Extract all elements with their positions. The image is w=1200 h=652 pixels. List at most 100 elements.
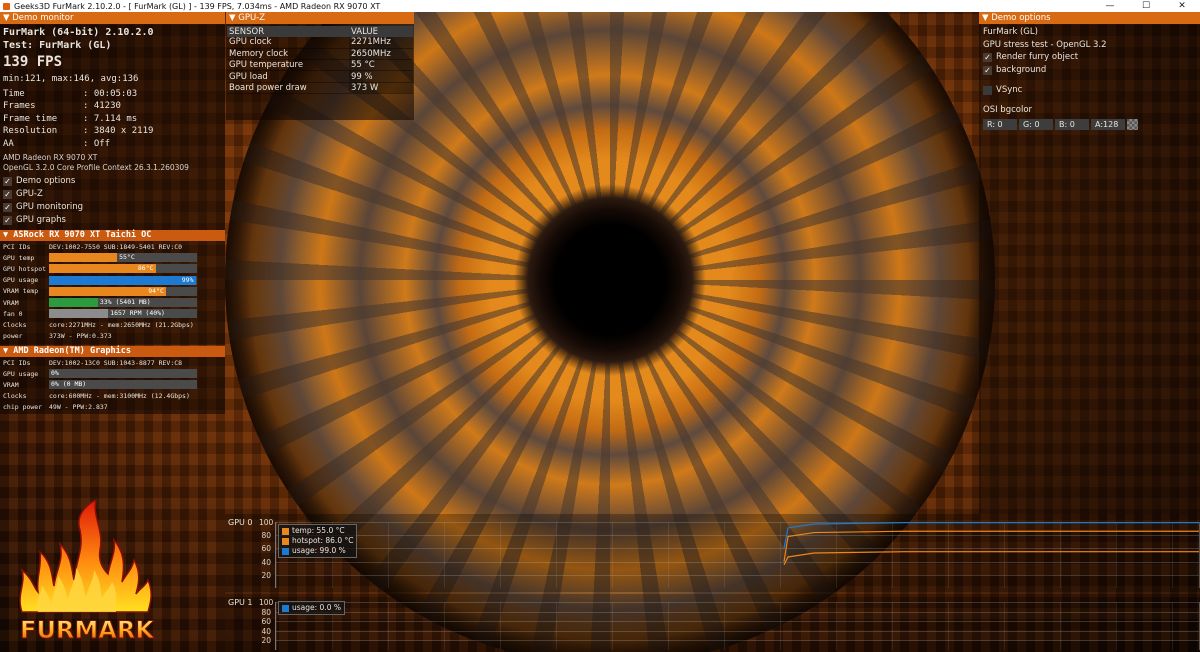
- green-channel-input[interactable]: G: 0: [1019, 118, 1053, 130]
- metric-label: GPU hotspot: [3, 264, 47, 273]
- maximize-button[interactable]: ☐: [1128, 0, 1164, 12]
- y-tick-label: 80: [261, 607, 271, 617]
- gpuz-table: SENSOR VALUE GPU clock 2271MHz Memory cloc…: [227, 26, 413, 94]
- color-swatch[interactable]: [1127, 118, 1138, 130]
- y-tick-label: 40: [261, 626, 271, 636]
- window-titlebar: Geeks3D FurMark 2.10.2.0 - [ FurMark (GL…: [0, 0, 1200, 12]
- y-tick-label: 20: [261, 570, 271, 580]
- unchecked-box-icon: [983, 86, 992, 95]
- y-tick-label: 60: [261, 617, 271, 627]
- grid-line: [948, 602, 949, 650]
- demo-monitor-header[interactable]: ▼ Demo monitor: [0, 12, 225, 24]
- metric-label: GPU temp: [3, 253, 35, 262]
- osi-bgcolor-label: OSI bgcolor: [983, 105, 1033, 115]
- checkmark-icon: ✓: [983, 66, 992, 75]
- demo-monitor-panel: ▼ Demo monitor FurMark (64-bit) 2.10.2.0…: [0, 12, 225, 232]
- checkbox-demo-options[interactable]: ✓ Demo options: [3, 175, 222, 188]
- gpuz-row: GPU clock 2271MHz: [227, 37, 413, 49]
- svg-text:FURMARK: FURMARK: [20, 616, 155, 644]
- grid-line: [500, 602, 501, 650]
- stat-label: Time: [3, 89, 25, 99]
- clocks-label: Clocks: [3, 320, 27, 329]
- legend-item: temp: 55.0 °C: [282, 526, 353, 536]
- legend-label: usage: 99.0 %: [292, 546, 346, 555]
- gpu-section-header[interactable]: ▼ ASRock RX 9070 XT Taichi OC: [0, 230, 225, 241]
- legend-label: usage: 0.0 %: [292, 603, 341, 612]
- metric-value: 0%: [51, 369, 59, 378]
- metric-bar-fill: [49, 275, 196, 285]
- window-title: Geeks3D FurMark 2.10.2.0 - [ FurMark (GL…: [14, 1, 381, 11]
- metric-bar: 99%: [49, 275, 197, 285]
- flame-logo-icon: FURMARK: [19, 498, 156, 645]
- demo-name: FurMark (GL): [983, 27, 1038, 37]
- gpuz-value: 373 W: [348, 82, 413, 94]
- stat-value: : 7.114 ms: [83, 113, 138, 124]
- checkbox-gpu-z[interactable]: ✓ GPU-Z: [3, 188, 222, 201]
- app-version: FurMark (64-bit) 2.10.2.0: [3, 27, 154, 38]
- y-tick-label: 100: [259, 598, 274, 607]
- blue-channel-input[interactable]: B: 0: [1055, 118, 1089, 130]
- metric-row: VRAM temp 94°C: [0, 286, 225, 297]
- checkmark-icon: ✓: [3, 216, 12, 226]
- metric-label: VRAM: [3, 380, 19, 389]
- demo-options-header[interactable]: ▼ Demo options: [979, 12, 1200, 24]
- pci-ids: DEV:1002-7550 SUB:1849-5401 REV:C0: [49, 242, 183, 251]
- render-furry-checkbox[interactable]: ✓ Render furry object: [983, 51, 1196, 64]
- gpu1-plot: [275, 602, 1200, 650]
- metric-bar-fill: [49, 309, 109, 319]
- fps-minmax: min:121, max:146, avg:136: [3, 74, 139, 84]
- gpuz-value: 2271MHz: [348, 37, 413, 49]
- pci-label: PCI IDs: [3, 358, 31, 367]
- metric-bar: 1657 RPM (40%): [49, 309, 197, 319]
- metric-bar: 0% (0 MB): [49, 380, 197, 390]
- legend-label: hotspot: 86.0 °C: [292, 536, 354, 545]
- grid-line: [836, 602, 837, 650]
- gpu0-graph-title: GPU 0: [228, 518, 253, 527]
- clocks-value: core:600MHz - mem:3100MHz (12.4Gbps): [49, 392, 190, 401]
- metric-row: GPU usage 99%: [0, 275, 225, 286]
- close-button[interactable]: ✕: [1164, 0, 1200, 12]
- checkbox-gpu-graphs[interactable]: ✓ GPU graphs: [3, 214, 222, 227]
- metric-bar: 94°C: [49, 286, 197, 296]
- gpuz-row: GPU load 99 %: [227, 70, 413, 83]
- metric-value: 99%: [181, 275, 194, 284]
- gpuz-header[interactable]: ▼ GPU-Z: [226, 12, 414, 24]
- legend-swatch: [282, 547, 289, 555]
- red-channel-input[interactable]: R: 0: [983, 118, 1017, 130]
- gpu-section-header[interactable]: ▼ AMD Radeon(TM) Graphics: [0, 346, 225, 357]
- stat-row: Frames: 41230: [3, 100, 222, 112]
- metric-label: VRAM temp: [3, 287, 39, 296]
- background-checkbox[interactable]: ✓ background: [983, 64, 1196, 77]
- legend-item: usage: 99.0 %: [282, 546, 353, 556]
- grid-line: [668, 602, 669, 650]
- legend-swatch: [282, 537, 289, 545]
- power-value: 49W - PPW:2.837: [49, 403, 108, 412]
- clocks-label: Clocks: [3, 392, 27, 401]
- stat-label: AA: [3, 138, 14, 149]
- app-icon: [3, 2, 10, 10]
- gpuz-panel: ▼ GPU-Z SENSOR VALUE GPU clock 2271MHz Mem…: [226, 12, 414, 120]
- gpu-monitor-integrated: ▼ AMD Radeon(TM) Graphics PCI IDs DEV:100…: [0, 346, 225, 414]
- checkbox-label: GPU-Z: [16, 189, 43, 200]
- metric-row: GPU temp 55°C: [0, 252, 225, 263]
- grid-line: [724, 602, 725, 650]
- metric-row: VRAM 0% (0 MB): [0, 379, 225, 390]
- gpuz-sensor: GPU load: [227, 70, 349, 83]
- checkmark-icon: ✓: [3, 177, 12, 187]
- grid-line: [780, 602, 781, 650]
- series-line-usage: [783, 522, 1199, 549]
- furmark-logo: FURMARK: [12, 498, 162, 648]
- metric-bar: 33% (5401 MB): [49, 298, 197, 308]
- gpu-graphs-area: GPU 0 100 80 60 40 20 temp: 55.0 °C hotspot: …: [225, 514, 1200, 652]
- metric-bar-fill: [49, 298, 98, 308]
- vsync-checkbox[interactable]: VSync: [983, 84, 1196, 97]
- power-value: 373W - PPW:0.373: [49, 332, 112, 341]
- metric-row: VRAM 33% (5401 MB): [0, 297, 225, 308]
- checkbox-gpu-monitoring[interactable]: ✓ GPU monitoring: [3, 201, 222, 214]
- checkbox-label: GPU graphs: [16, 215, 66, 226]
- minimize-button[interactable]: —: [1092, 0, 1128, 12]
- gpuz-sensor: GPU clock: [227, 37, 349, 49]
- metric-row: fan 0 1657 RPM (40%): [0, 308, 225, 319]
- gpuz-row: GPU temperature 55 °C: [227, 59, 413, 72]
- alpha-channel-input[interactable]: A:128: [1091, 118, 1125, 130]
